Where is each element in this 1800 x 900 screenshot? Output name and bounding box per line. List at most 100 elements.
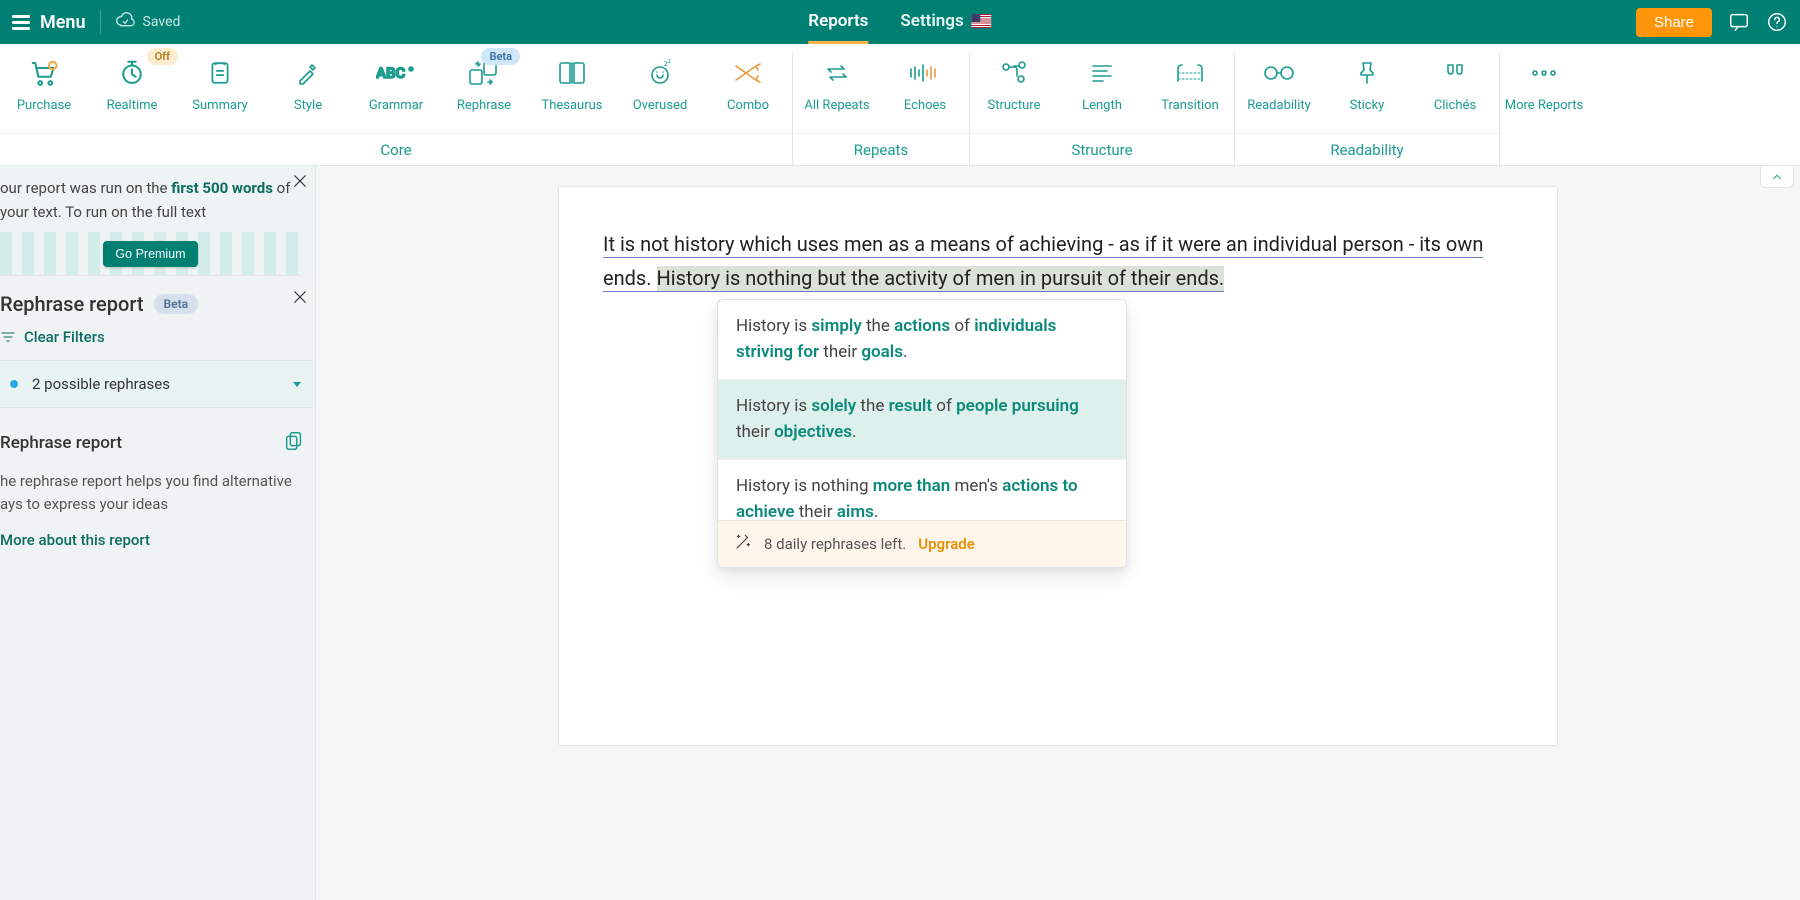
- ribbon-label: Grammar: [369, 98, 423, 113]
- nav-settings-label: Settings: [900, 11, 963, 31]
- ribbon-length[interactable]: Length: [1058, 52, 1146, 133]
- ribbon-style[interactable]: Style: [264, 52, 352, 133]
- menu-button[interactable]: Menu: [12, 12, 86, 33]
- ribbon-summary[interactable]: Summary: [176, 52, 264, 133]
- ribbon-echoes[interactable]: Echoes: [881, 52, 969, 133]
- ribbon-rephrase[interactable]: RephraseBeta: [440, 52, 528, 133]
- ribbon-label: Echoes: [904, 98, 946, 113]
- upgrade-link[interactable]: Upgrade: [918, 535, 975, 553]
- overused-icon: zz: [646, 58, 674, 88]
- ribbon-cliches[interactable]: Clichés: [1411, 52, 1499, 133]
- rephrase-suggestion[interactable]: History is solely the result of people p…: [718, 379, 1126, 459]
- ribbon-label: Length: [1082, 98, 1122, 113]
- ribbon-thesaurus[interactable]: Thesaurus: [528, 52, 616, 133]
- svg-text:z: z: [668, 59, 671, 65]
- close-icon[interactable]: [291, 288, 309, 310]
- svg-text:ABC: ABC: [376, 64, 406, 82]
- ribbon-label: Rephrase: [457, 98, 511, 113]
- ribbon-structure[interactable]: Structure: [970, 52, 1058, 133]
- report-description: he rephrase report helps you find altern…: [0, 462, 315, 531]
- ribbon-group-label: Structure: [970, 133, 1234, 165]
- nav-reports-label: Reports: [808, 11, 868, 31]
- topbar: Menu Saved Reports Settings Share: [0, 0, 1800, 44]
- ribbon-label: Sticky: [1350, 98, 1385, 113]
- sticky-icon: [1355, 58, 1379, 88]
- ribbon-label: Combo: [727, 98, 769, 113]
- ribbon-transition[interactable]: Transition: [1146, 52, 1234, 133]
- ribbon-readability[interactable]: Readability: [1235, 52, 1323, 133]
- help-icon[interactable]: [1766, 11, 1788, 33]
- divider: [100, 10, 101, 34]
- saved-label: Saved: [143, 14, 181, 30]
- ribbon-more[interactable]: More Reports: [1500, 52, 1588, 133]
- ribbon-group-label: Core: [0, 133, 792, 165]
- ribbon-label: More Reports: [1505, 98, 1583, 113]
- main: our report was run on the first 500 word…: [0, 166, 1800, 900]
- ribbon-group-core: Purchase RealtimeOffSummary Style ABC Gramma…: [0, 52, 792, 165]
- report-header: Rephrase report Beta: [0, 276, 315, 328]
- ribbon-label: Transition: [1161, 98, 1219, 113]
- more-about-link[interactable]: More about this report: [0, 531, 315, 561]
- echoes-icon: [907, 58, 943, 88]
- nav-settings[interactable]: Settings: [900, 0, 991, 44]
- ribbon-label: Readability: [1247, 98, 1311, 113]
- ribbon-label: Style: [294, 98, 322, 113]
- collapse-ribbon-button[interactable]: [1760, 166, 1794, 188]
- document-text[interactable]: It is not history which uses men as a me…: [603, 227, 1513, 295]
- filter-rephrases[interactable]: 2 possible rephrases: [0, 360, 313, 408]
- reports-ribbon: Purchase RealtimeOffSummary Style ABC Gramma…: [0, 44, 1800, 166]
- more-icon: [1529, 58, 1559, 88]
- thesaurus-icon: [557, 58, 587, 88]
- cloud-saved-icon: [115, 10, 135, 34]
- ribbon-overused[interactable]: zz Overused: [616, 52, 704, 133]
- ribbon-label: Overused: [633, 98, 688, 113]
- logo-icon: [12, 15, 30, 30]
- document[interactable]: It is not history which uses men as a me…: [558, 186, 1558, 746]
- ribbon-label: Clichés: [1434, 98, 1476, 113]
- rephrase-suggestion[interactable]: History is simply the actions of individ…: [718, 300, 1126, 379]
- ribbon-group-readability: ReadabilityStickyClichésReadability: [1234, 52, 1499, 165]
- editor-area: It is not history which uses men as a me…: [316, 166, 1800, 900]
- close-icon[interactable]: [291, 172, 309, 194]
- rephrase-suggestion[interactable]: History is nothing more than men's actio…: [718, 459, 1126, 520]
- ribbon-sticky[interactable]: Sticky: [1323, 52, 1411, 133]
- wand-icon: [734, 533, 752, 555]
- ribbon-combo[interactable]: Combo: [704, 52, 792, 133]
- menu-label: Menu: [40, 12, 86, 33]
- suggestion-footer: 8 daily rephrases left. Upgrade: [718, 520, 1126, 567]
- go-premium-button[interactable]: Go Premium: [103, 241, 197, 267]
- ribbon-purchase[interactable]: Purchase: [0, 52, 88, 133]
- style-icon: [296, 58, 320, 88]
- share-button[interactable]: Share: [1636, 8, 1712, 37]
- ribbon-realtime[interactable]: RealtimeOff: [88, 52, 176, 133]
- ribbon-label: Purchase: [17, 98, 71, 113]
- copy-icon[interactable]: [283, 430, 305, 456]
- suggestion-list[interactable]: History is simply the actions of individ…: [718, 300, 1126, 520]
- top-nav: Reports Settings: [808, 0, 991, 44]
- nav-reports[interactable]: Reports: [808, 0, 868, 44]
- purchase-icon: [29, 58, 59, 88]
- clear-filters-label: Clear Filters: [24, 328, 105, 346]
- ribbon-allrepeats[interactable]: All Repeats: [793, 52, 881, 133]
- banner-text: our report was run on the first 500 word…: [0, 176, 301, 224]
- filter-label: 2 possible rephrases: [32, 375, 279, 393]
- filter-dot-icon: [10, 380, 18, 388]
- clear-filters-button[interactable]: Clear Filters: [0, 328, 315, 360]
- sidebar: our report was run on the first 500 word…: [0, 166, 316, 900]
- length-icon: [1089, 58, 1115, 88]
- ribbon-group-repeats: All RepeatsEchoesRepeats: [792, 52, 969, 165]
- ribbon-grammar[interactable]: ABC Grammar: [352, 52, 440, 133]
- report-subheader: Rephrase report: [0, 408, 315, 462]
- premium-banner: our report was run on the first 500 word…: [0, 166, 315, 276]
- ribbon-group-more: More Reports: [1499, 52, 1588, 165]
- feedback-icon[interactable]: [1728, 11, 1750, 33]
- report-title: Rephrase report: [0, 292, 144, 316]
- sentence-2-highlighted[interactable]: History is nothing but the activity of m…: [657, 266, 1225, 292]
- ribbon-label: All Repeats: [804, 98, 869, 113]
- transition-icon: [1174, 58, 1206, 88]
- rephrase-popover: History is simply the actions of individ…: [717, 299, 1127, 568]
- realtime-icon: [117, 58, 147, 88]
- ribbon-label: Realtime: [107, 98, 158, 113]
- beta-badge: Beta: [481, 48, 520, 65]
- saved-status: Saved: [115, 10, 181, 34]
